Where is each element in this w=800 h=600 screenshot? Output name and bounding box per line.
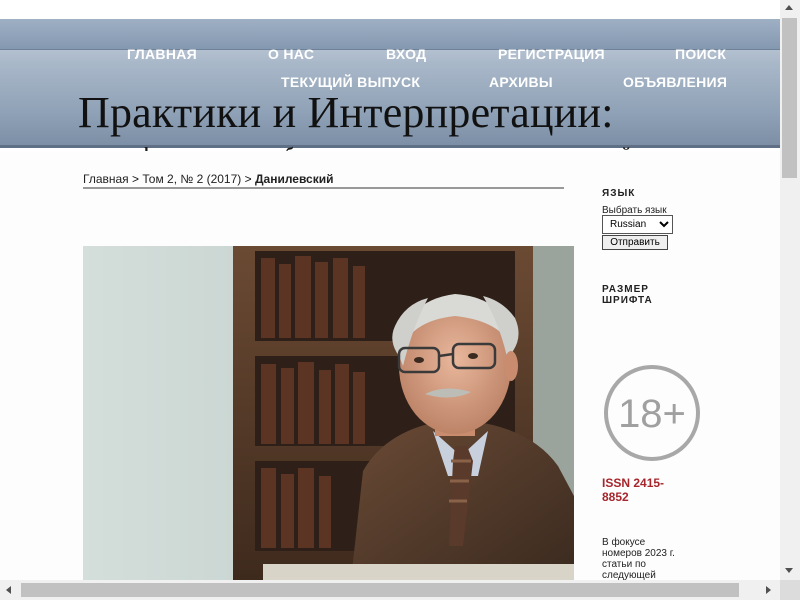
age-rating-badge: 18+ xyxy=(602,363,702,463)
journal-title: Практики и Интерпретации: xyxy=(78,88,614,137)
font-size-block-title: РАЗМЕР ШРИФТА xyxy=(602,284,653,306)
horizontal-scrollbar[interactable] xyxy=(0,580,780,600)
scroll-up-arrow-icon[interactable] xyxy=(785,5,793,10)
scroll-down-arrow-icon[interactable] xyxy=(785,568,793,573)
nav-login[interactable]: ВХОД xyxy=(386,46,426,62)
page-viewport: ГЛАВНАЯ О НАС ВХОД РЕГИСТРАЦИЯ ПОИСК ТЕК… xyxy=(0,0,780,580)
article-photo xyxy=(83,246,574,580)
scroll-right-arrow-icon[interactable] xyxy=(766,586,771,594)
nav-search[interactable]: ПОИСК xyxy=(675,46,726,62)
issn-label: ISSN 2415-8852 xyxy=(602,476,665,504)
breadcrumb: Главная > Том 2, № 2 (2017) > Данилевски… xyxy=(83,172,564,189)
horizontal-scroll-thumb[interactable] xyxy=(21,583,739,597)
nav-row-primary: ГЛАВНАЯ О НАС ВХОД РЕГИСТРАЦИЯ ПОИСК xyxy=(0,46,780,66)
scroll-left-arrow-icon[interactable] xyxy=(6,586,11,594)
language-block-title: ЯЗЫК xyxy=(602,188,636,199)
main-content: Главная > Том 2, № 2 (2017) > Данилевски… xyxy=(0,151,780,580)
nav-announcements[interactable]: ОБЪЯВЛЕНИЯ xyxy=(623,74,727,90)
breadcrumb-home-link[interactable]: Главная xyxy=(83,172,129,186)
vertical-scrollbar[interactable] xyxy=(780,0,800,580)
age-rating-text: 18+ xyxy=(618,392,686,436)
nav-register[interactable]: РЕГИСТРАЦИЯ xyxy=(498,46,605,62)
site-header: ГЛАВНАЯ О НАС ВХОД РЕГИСТРАЦИЯ ПОИСК ТЕК… xyxy=(0,19,780,163)
nav-about[interactable]: О НАС xyxy=(268,46,314,62)
breadcrumb-issue-link[interactable]: Том 2, № 2 (2017) xyxy=(142,172,241,186)
breadcrumb-current-link[interactable]: Данилевский xyxy=(255,172,334,186)
focus-text: В фокусе номеров 2023 г. статьи по следу… xyxy=(602,537,675,580)
nav-home[interactable]: ГЛАВНАЯ xyxy=(127,46,197,62)
sidebar: ЯЗЫК Выбрать язык Russian Отправить РАЗМ… xyxy=(602,151,780,580)
breadcrumb-separator: > xyxy=(128,172,143,186)
language-select[interactable]: Russian xyxy=(602,215,673,234)
language-submit-button[interactable]: Отправить xyxy=(602,235,668,250)
scrollbar-corner xyxy=(780,580,800,600)
breadcrumb-separator: > xyxy=(241,172,255,186)
vertical-scroll-thumb[interactable] xyxy=(782,18,797,178)
